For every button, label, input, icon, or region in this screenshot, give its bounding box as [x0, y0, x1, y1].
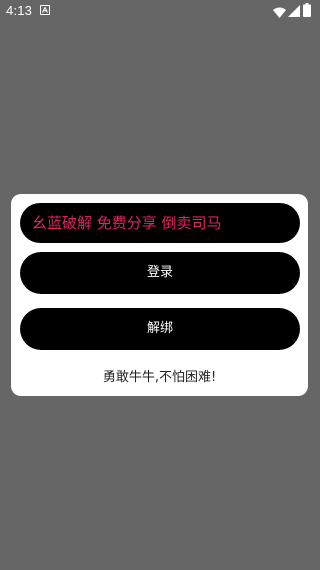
status-bar: 4:13 — [0, 0, 320, 22]
banner-text: 幺蓝破解 免费分享 倒卖司马 — [20, 203, 300, 243]
wifi-icon — [273, 5, 286, 23]
slogan-text: 勇敢牛牛,不怕困难! — [102, 370, 217, 385]
signal-icon — [288, 4, 300, 22]
login-button[interactable]: 登录 — [20, 252, 300, 294]
notification-a-icon — [40, 5, 50, 15]
battery-icon — [303, 3, 311, 22]
login-dialog: 幺蓝破解 免费分享 倒卖司马 登录 解绑 勇敢牛牛,不怕困难! — [11, 194, 308, 396]
unbind-button[interactable]: 解绑 — [20, 308, 300, 350]
status-time: 4:13 — [6, 3, 33, 18]
